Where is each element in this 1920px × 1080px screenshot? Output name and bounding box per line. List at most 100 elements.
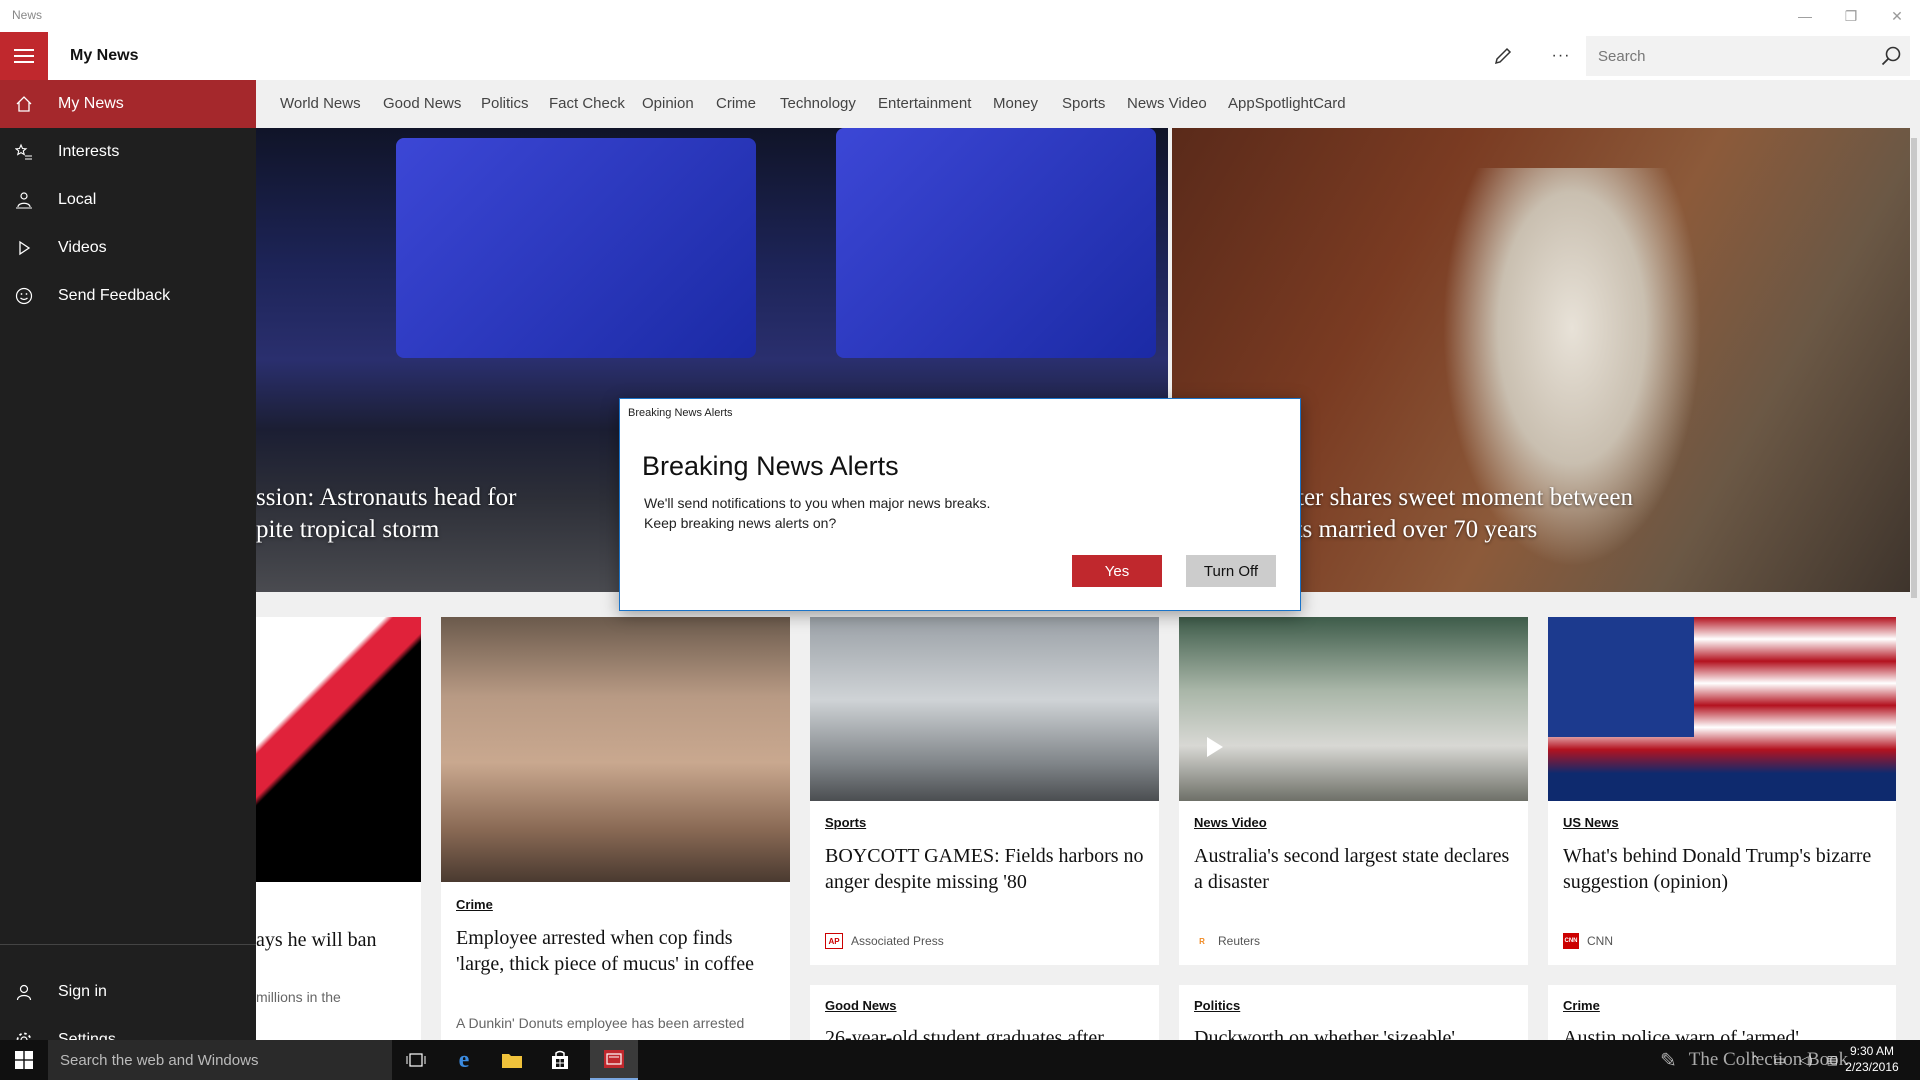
sidebar-item-send-feedback[interactable]: Send Feedback (0, 272, 256, 320)
hero-image-screen (396, 138, 756, 358)
card-headline: Austin police warn of 'armed' (1563, 1027, 1800, 1040)
card-headline: Employee arrested when cop finds 'large,… (456, 927, 755, 975)
card-headline: ays he will ban (256, 929, 377, 951)
card-headline: Duckworth on whether 'sizeable' (1194, 1027, 1456, 1040)
yes-button[interactable]: Yes (1072, 555, 1162, 587)
tab-world-news[interactable]: World News (280, 95, 361, 112)
tab-technology[interactable]: Technology (780, 95, 856, 112)
search-input[interactable] (1586, 36, 1876, 76)
clock-date: 2/23/2016 (1845, 1060, 1899, 1074)
card-source-name: Reuters (1218, 934, 1261, 948)
taskbar: e ✎ The Collection Book ⌃ ▭ ◁) ▤ 9:30 AM… (0, 1040, 1920, 1080)
tab-crime[interactable]: Crime (716, 95, 756, 112)
card-headline: 26-year-old student graduates after (825, 1027, 1104, 1040)
dialog-body-line: We'll send notifications to you when maj… (644, 495, 991, 511)
turn-off-button[interactable]: Turn Off (1186, 555, 1276, 587)
volume-icon[interactable]: ◁) (1799, 1053, 1812, 1067)
sign-in-label: Sign in (58, 983, 107, 1000)
edge-browser-icon[interactable]: e (440, 1040, 488, 1080)
dialog-caption: Breaking News Alerts (628, 407, 733, 419)
dialog-title: Breaking News Alerts (642, 451, 899, 481)
category-nav: World News Good News Politics Fact Check… (256, 80, 1920, 128)
tab-fact-check[interactable]: Fact Check (549, 95, 625, 112)
news-card[interactable]: Crime Austin police warn of 'armed' (1548, 985, 1896, 1040)
page-title: My News (70, 47, 139, 64)
book-watermark-icon: ✎ (1660, 1049, 1677, 1072)
news-app-icon[interactable] (590, 1040, 638, 1080)
minimize-button[interactable]: — (1782, 0, 1828, 32)
news-card[interactable]: Politics Duckworth on whether 'sizeable' (1179, 985, 1528, 1040)
card-snippet: millions in the (256, 989, 341, 1005)
vertical-scrollbar[interactable] (1908, 128, 1920, 1040)
tab-opinion[interactable]: Opinion (642, 95, 694, 112)
card-category-tag[interactable]: Good News (825, 998, 897, 1013)
chevron-up-icon[interactable]: ⌃ (1750, 1053, 1760, 1067)
clock-time: 9:30 AM (1849, 1044, 1895, 1058)
close-button[interactable]: ✕ (1874, 0, 1920, 32)
card-image (256, 617, 421, 882)
card-category-tag[interactable]: Crime (1563, 998, 1600, 1013)
news-card[interactable]: News Video Australia's second largest st… (1179, 617, 1528, 965)
smiley-icon (0, 272, 48, 320)
ap-logo-icon: AP (825, 933, 843, 949)
breaking-news-dialog: Breaking News Alerts Breaking News Alert… (619, 398, 1301, 611)
hero-headline: ghter shares sweet moment between ents m… (1272, 484, 1633, 543)
tab-good-news[interactable]: Good News (383, 95, 461, 112)
card-source-name: CNN (1587, 934, 1613, 948)
card-headline: Australia's second largest state declare… (1194, 845, 1510, 893)
sidebar-item-label: Local (58, 191, 97, 208)
card-source-name: Associated Press (851, 934, 944, 948)
dialog-body-line: Keep breaking news alerts on? (644, 515, 837, 531)
windows-start-button[interactable] (0, 1040, 48, 1080)
play-icon (0, 224, 48, 272)
tab-entertainment[interactable]: Entertainment (878, 95, 971, 112)
sidebar-item-label: Videos (58, 239, 107, 256)
person-pin-icon (0, 176, 48, 224)
card-source: CNN CNN (1563, 933, 1613, 949)
sign-in-button[interactable]: Sign in (0, 968, 256, 1016)
card-category-tag[interactable]: News Video (1194, 815, 1267, 830)
news-card[interactable]: Crime Employee arrested when cop finds '… (441, 617, 790, 1040)
sidebar-item-videos[interactable]: Videos (0, 224, 256, 272)
hero-headline: ssion: Astronauts head for pite tropical… (256, 484, 517, 543)
file-explorer-icon[interactable] (488, 1040, 536, 1080)
card-headline: What's behind Donald Trump's bizarre sug… (1563, 845, 1872, 893)
search-box[interactable] (1586, 36, 1910, 76)
restore-button[interactable]: ❐ (1828, 0, 1874, 32)
news-card[interactable]: Good News 26-year-old student graduates … (810, 985, 1159, 1040)
taskbar-search[interactable] (48, 1040, 392, 1080)
tab-sports[interactable]: Sports (1062, 95, 1105, 112)
card-image (1548, 617, 1896, 801)
search-icon[interactable] (1880, 45, 1902, 72)
task-view-icon[interactable] (392, 1040, 440, 1080)
card-category-tag[interactable]: US News (1563, 815, 1619, 830)
hero-image-screen (836, 128, 1156, 358)
tab-politics[interactable]: Politics (481, 95, 529, 112)
sidebar-item-local[interactable]: Local (0, 176, 256, 224)
taskbar-search-input[interactable] (48, 1040, 392, 1080)
network-icon[interactable]: ▭ (1774, 1053, 1785, 1067)
edit-pencil-icon[interactable] (1488, 42, 1518, 70)
card-source: R Reuters (1194, 933, 1260, 949)
tab-money[interactable]: Money (993, 95, 1038, 112)
news-card[interactable]: US News What's behind Donald Trump's biz… (1548, 617, 1896, 965)
video-play-icon[interactable] (1207, 737, 1223, 757)
news-card[interactable]: ays he will ban millions in the (256, 617, 421, 1040)
card-category-tag[interactable]: Politics (1194, 998, 1240, 1013)
card-source: AP Associated Press (825, 933, 944, 949)
more-options-button[interactable]: ··· (1546, 42, 1576, 70)
system-clock[interactable]: 9:30 AM 2/23/2016 (1836, 1043, 1908, 1075)
card-category-tag[interactable]: Crime (456, 897, 493, 912)
news-card[interactable]: Sports BOYCOTT GAMES: Fields harbors no … (810, 617, 1159, 965)
hamburger-menu-button[interactable] (0, 32, 48, 80)
sidebar-item-interests[interactable]: Interests (0, 128, 256, 176)
card-image (1179, 617, 1528, 801)
sidebar-item-my-news[interactable]: My News (0, 80, 256, 128)
scrollbar-thumb[interactable] (1911, 138, 1917, 598)
store-icon[interactable] (536, 1040, 584, 1080)
app-header: My News ··· (0, 32, 1920, 80)
card-category-tag[interactable]: Sports (825, 815, 866, 830)
tab-news-video[interactable]: News Video (1127, 95, 1207, 112)
tab-appspotlightcard[interactable]: AppSpotlightCard (1228, 95, 1346, 112)
card-headline: BOYCOTT GAMES: Fields harbors no anger d… (825, 845, 1144, 893)
